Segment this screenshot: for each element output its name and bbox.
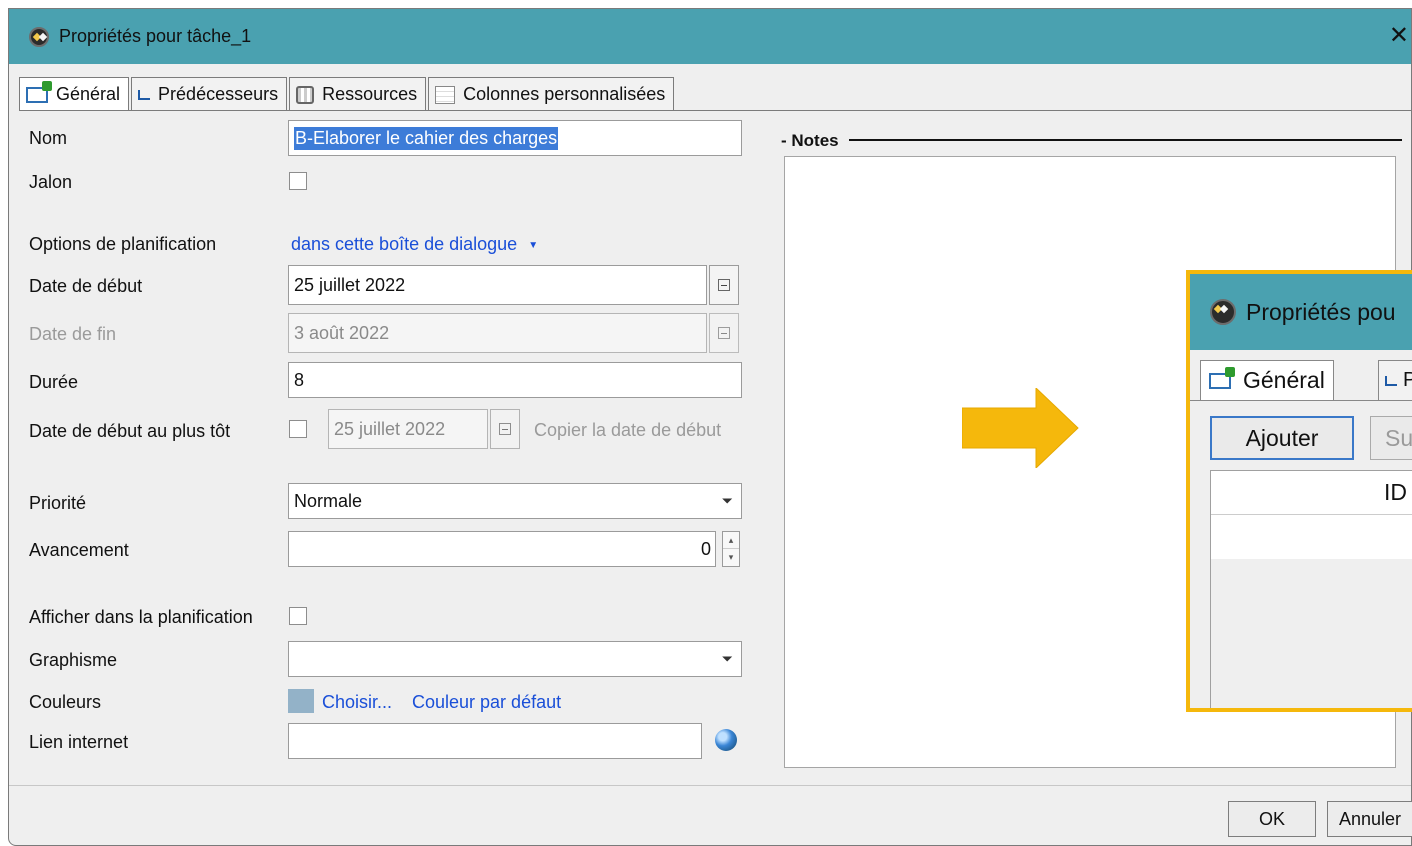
tab-resources[interactable]: Ressources [289, 77, 427, 111]
end-date-calendar-button [709, 313, 739, 353]
close-icon[interactable]: ✕ [1389, 21, 1409, 50]
progress-value: 0 [700, 538, 711, 559]
milestone-label: Jalon [29, 172, 73, 192]
default-color-link[interactable]: Couleur par défaut [412, 692, 561, 713]
copy-start-date-link: Copier la date de début [534, 420, 722, 440]
notes-label: - Notes [781, 131, 839, 150]
tab-predecessors[interactable]: Prédécesseurs [131, 77, 288, 111]
show-in-schedule-checkbox[interactable] [289, 607, 307, 625]
inset-tab-predecessors-label: P [1403, 369, 1412, 392]
tab-predecessors-label: Prédécesseurs [158, 84, 279, 104]
app-icon [1210, 299, 1236, 325]
inset-title-bar: Propriétés pou [1190, 274, 1412, 350]
spinner-up-icon[interactable]: ▴ [723, 532, 739, 549]
web-link-label: Lien internet [29, 732, 129, 752]
start-date-value: 25 juillet 2022 [294, 274, 406, 295]
tab-general-label: Général [56, 84, 121, 104]
end-date-label: Date de fin [29, 324, 117, 344]
calendar-icon [718, 279, 730, 291]
window-title: Propriétés pour tâche_1 [59, 26, 252, 46]
color-swatch[interactable] [288, 689, 314, 713]
app-icon [29, 26, 49, 47]
tab-custom-columns-label: Colonnes personnalisées [463, 84, 666, 104]
duration-label: Durée [29, 372, 79, 392]
milestone-checkbox[interactable] [289, 172, 307, 190]
name-value: B-Elaborer le cahier des charges [294, 126, 559, 150]
inset-title: Propriétés pou [1246, 298, 1396, 325]
arrow-icon [962, 388, 1079, 468]
duration-value: 8 [294, 369, 305, 390]
ok-button[interactable]: OK [1228, 801, 1316, 837]
name-label: Nom [29, 128, 68, 148]
scheduling-options-dropdown[interactable]: dans cette boîte de dialogue ▼ [291, 234, 538, 255]
dropdown-arrow-icon: ⏷ [721, 492, 733, 509]
end-date-field: 3 août 2022 [288, 313, 707, 353]
predecessors-table: ID [1210, 470, 1412, 708]
inset-tab-predecessors[interactable]: P [1378, 360, 1412, 400]
resources-icon [296, 85, 315, 104]
scheduling-options-label: Options de planification [29, 234, 217, 254]
tab-general[interactable]: Général [19, 77, 130, 111]
earliest-start-label: Date de début au plus tôt [29, 421, 231, 441]
title-bar: Propriétés pour tâche_1 ✕ [9, 9, 1411, 64]
priority-label: Priorité [29, 493, 87, 513]
inset-tab-general[interactable]: Général [1200, 360, 1334, 400]
columns-icon [435, 85, 456, 104]
tab-custom-columns[interactable]: Colonnes personnalisées [428, 77, 675, 111]
scheduling-options-value: dans cette boîte de dialogue [291, 234, 518, 254]
earliest-start-calendar-button [490, 409, 520, 449]
tab-bar: Général Prédécesseurs Ressources Colonne… [19, 77, 676, 111]
colors-label: Couleurs [29, 692, 102, 712]
priority-value: Normale [294, 490, 363, 511]
name-field[interactable]: B-Elaborer le cahier des charges [288, 120, 742, 156]
choose-color-link[interactable]: Choisir... [322, 692, 392, 713]
predecessors-icon [138, 89, 151, 100]
chevron-down-icon: ▼ [528, 239, 539, 251]
progress-spinner[interactable]: ▴ ▾ [722, 531, 740, 567]
general-icon [1209, 366, 1235, 389]
calendar-icon [718, 327, 730, 339]
progress-label: Avancement [29, 540, 129, 560]
earliest-start-value: 25 juillet 2022 [334, 418, 446, 439]
calendar-icon [499, 423, 511, 435]
progress-field[interactable]: 0 [288, 531, 716, 567]
inset-tab-divider [1190, 400, 1412, 401]
show-in-schedule-label: Afficher dans la planification [29, 607, 253, 627]
delete-button: Su [1370, 416, 1412, 460]
add-button[interactable]: Ajouter [1210, 416, 1354, 460]
web-link-field[interactable] [288, 723, 702, 759]
start-date-field[interactable]: 25 juillet 2022 [288, 265, 707, 305]
duration-field[interactable]: 8 [288, 362, 742, 398]
table-row[interactable] [1211, 515, 1412, 559]
graphics-label: Graphisme [29, 650, 118, 670]
inset-body: Général P Ajouter Su ID [1190, 350, 1412, 708]
tab-resources-label: Ressources [322, 84, 418, 104]
notes-label-text: Notes [791, 131, 839, 150]
graphics-select[interactable]: ⏷ [288, 641, 742, 677]
id-column-header[interactable]: ID [1211, 471, 1412, 515]
inset-tab-general-label: Général [1243, 367, 1325, 393]
dropdown-arrow-icon: ⏷ [721, 650, 733, 667]
start-date-calendar-button[interactable] [709, 265, 739, 305]
zoom-inset: Propriétés pou Général P Ajouter Su ID [1186, 270, 1412, 712]
tab-divider [19, 110, 1412, 111]
end-date-value: 3 août 2022 [294, 322, 390, 343]
priority-select[interactable]: Normale ⏷ [288, 483, 742, 519]
cancel-button[interactable]: Annuler [1327, 801, 1412, 837]
button-separator [9, 785, 1411, 786]
start-date-label: Date de début [29, 276, 143, 296]
earliest-start-checkbox[interactable] [289, 420, 307, 438]
earliest-start-field: 25 juillet 2022 [328, 409, 488, 449]
predecessors-icon [1385, 375, 1397, 386]
general-icon [26, 80, 52, 103]
spinner-down-icon[interactable]: ▾ [723, 549, 739, 566]
globe-icon[interactable] [715, 729, 737, 751]
notes-divider [849, 139, 1402, 141]
